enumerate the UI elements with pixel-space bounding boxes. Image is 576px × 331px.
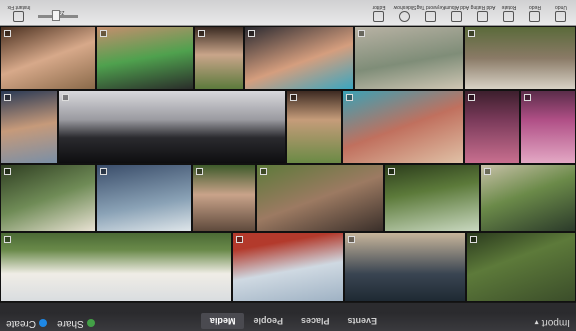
tool-slideshow[interactable]: Slideshow xyxy=(392,0,418,24)
tool-label: Editor xyxy=(372,4,386,10)
top-bar: Import▾ Events Places People Media Share… xyxy=(0,311,576,331)
photo-thumbnail[interactable] xyxy=(194,26,244,90)
photo-thumbnail[interactable] xyxy=(0,232,232,302)
rotate-icon xyxy=(503,11,515,22)
tool-keyword-tag[interactable]: Keyword Tag xyxy=(416,0,446,24)
star-icon xyxy=(477,11,489,22)
select-checkbox[interactable] xyxy=(236,236,243,243)
photo-thumbnail[interactable] xyxy=(464,26,576,90)
select-checkbox[interactable] xyxy=(388,168,395,175)
tool-label: Slideshow xyxy=(393,4,417,10)
toolbar-right: Zoom Instant Fix xyxy=(6,0,78,24)
select-checkbox[interactable] xyxy=(468,30,475,37)
select-checkbox[interactable] xyxy=(100,168,107,175)
tool-label: Rotate xyxy=(501,4,517,10)
share-label: Share xyxy=(57,318,84,329)
tab-people[interactable]: People xyxy=(244,313,292,329)
redo-icon xyxy=(529,11,541,22)
album-icon xyxy=(451,11,463,22)
tool-label: Add Album xyxy=(444,4,470,10)
photo-thumbnail[interactable] xyxy=(520,90,576,164)
select-checkbox[interactable] xyxy=(346,94,353,101)
wand-icon xyxy=(13,11,25,22)
select-checkbox[interactable] xyxy=(4,236,11,243)
tab-places[interactable]: Places xyxy=(292,313,339,329)
create-icon xyxy=(39,319,48,328)
tool-label: Keyword Tag xyxy=(416,4,446,10)
create-button[interactable]: Create xyxy=(6,318,48,329)
undo-icon xyxy=(555,11,567,22)
photo-thumbnail[interactable] xyxy=(58,90,286,164)
select-checkbox[interactable] xyxy=(290,94,297,101)
zoom-slider[interactable] xyxy=(38,10,78,21)
photo-grid xyxy=(0,26,576,302)
tool-rotate[interactable]: Rotate xyxy=(496,0,522,24)
create-label: Create xyxy=(6,318,37,329)
select-checkbox[interactable] xyxy=(524,94,531,101)
select-checkbox[interactable] xyxy=(4,168,11,175)
photo-thumbnail[interactable] xyxy=(466,232,576,302)
bottom-toolbar: Undo Redo Rotate Add Rating Add Album Ke… xyxy=(0,0,576,26)
share-icon xyxy=(86,319,95,328)
photo-thumbnail[interactable] xyxy=(244,26,354,90)
tool-label: Redo xyxy=(529,4,541,10)
create-share-group: Share Create xyxy=(6,318,95,329)
photo-thumbnail[interactable] xyxy=(480,164,576,232)
select-checkbox[interactable] xyxy=(348,236,355,243)
photo-thumbnail[interactable] xyxy=(256,164,384,232)
tool-instant-fix[interactable]: Instant Fix xyxy=(6,0,32,24)
zoom-knob[interactable] xyxy=(52,10,60,21)
photo-thumbnail[interactable] xyxy=(0,164,96,232)
tool-label: Undo xyxy=(555,4,567,10)
select-checkbox[interactable] xyxy=(260,168,267,175)
play-icon xyxy=(399,11,411,22)
toolbar-tools: Undo Redo Rotate Add Rating Add Album Ke… xyxy=(366,0,574,24)
editor-icon xyxy=(373,11,385,22)
tool-label: Instant Fix xyxy=(7,4,31,10)
select-checkbox[interactable] xyxy=(4,94,11,101)
import-label: Import xyxy=(541,317,570,328)
select-checkbox[interactable] xyxy=(484,168,491,175)
tool-undo[interactable]: Undo xyxy=(548,0,574,24)
photo-thumbnail[interactable] xyxy=(192,164,256,232)
photo-thumbnail[interactable] xyxy=(342,90,464,164)
photo-thumbnail[interactable] xyxy=(232,232,344,302)
photo-thumbnail[interactable] xyxy=(354,26,464,90)
select-checkbox[interactable] xyxy=(358,30,365,37)
tool-add-rating[interactable]: Add Rating xyxy=(470,0,496,24)
import-button[interactable]: Import▾ xyxy=(535,317,570,328)
photo-thumbnail[interactable] xyxy=(286,90,342,164)
select-checkbox[interactable] xyxy=(196,168,203,175)
tool-redo[interactable]: Redo xyxy=(522,0,548,24)
photo-thumbnail[interactable] xyxy=(0,26,96,90)
photo-thumbnail[interactable] xyxy=(96,164,192,232)
select-checkbox[interactable] xyxy=(100,30,107,37)
photo-thumbnail[interactable] xyxy=(384,164,480,232)
sort-bar xyxy=(0,302,576,312)
view-tabs: Events Places People Media xyxy=(200,313,386,329)
tool-label: Add Rating xyxy=(470,4,496,10)
tag-icon xyxy=(425,11,437,22)
select-checkbox[interactable] xyxy=(468,94,475,101)
zoom-control[interactable]: Zoom xyxy=(38,9,78,24)
select-checkbox[interactable] xyxy=(248,30,255,37)
photo-thumbnail[interactable] xyxy=(464,90,520,164)
select-checkbox[interactable] xyxy=(198,30,205,37)
share-button[interactable]: Share xyxy=(57,318,95,329)
select-checkbox[interactable] xyxy=(470,236,477,243)
photo-thumbnail[interactable] xyxy=(344,232,466,302)
photo-thumbnail[interactable] xyxy=(96,26,194,90)
tool-editor[interactable]: Editor xyxy=(366,0,392,24)
chevron-down-icon: ▾ xyxy=(534,318,539,327)
photo-thumbnail[interactable] xyxy=(0,90,58,164)
select-checkbox[interactable] xyxy=(62,94,69,101)
select-checkbox[interactable] xyxy=(4,30,11,37)
tab-events[interactable]: Events xyxy=(338,313,386,329)
tool-add-album[interactable]: Add Album xyxy=(444,0,470,24)
tab-media[interactable]: Media xyxy=(200,313,245,329)
